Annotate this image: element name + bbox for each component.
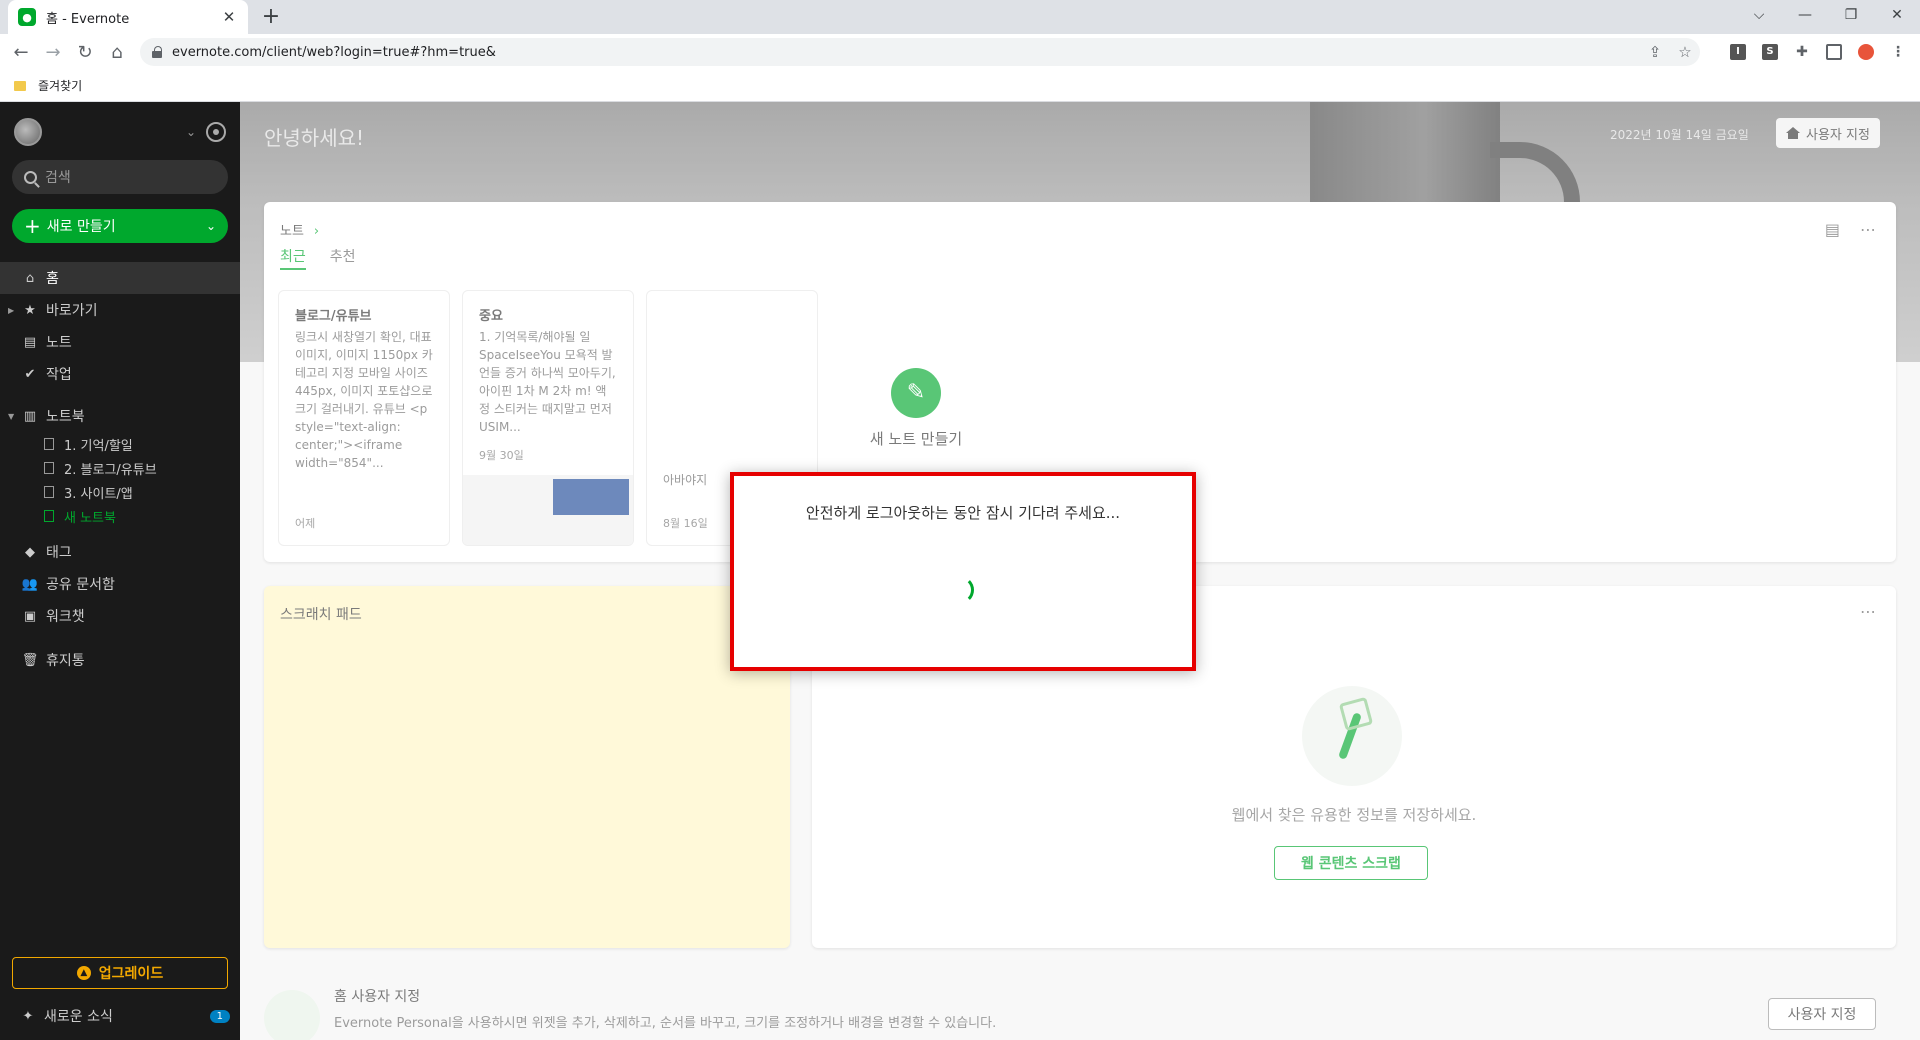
side-panel-icon[interactable]: [1826, 44, 1842, 60]
browser-menu-icon[interactable]: ⋮: [1890, 44, 1906, 60]
new-button[interactable]: + 새로 만들기 ⌄: [12, 209, 228, 243]
minimize-button[interactable]: —: [1782, 0, 1828, 30]
sidebar-item-trash[interactable]: 🗑 휴지통: [0, 644, 240, 676]
sidebar-item-workchat[interactable]: ▣ 워크챗: [0, 600, 240, 632]
sidebar-item-shortcuts[interactable]: ▶ ★ 바로가기: [0, 294, 240, 326]
notebook-label: 새 노트북: [64, 510, 116, 526]
notebook-icon: ▥: [23, 408, 37, 424]
sidebar-item-label: 태그: [46, 545, 72, 561]
reload-icon[interactable]: ↻: [72, 39, 98, 65]
logout-message: 안전하게 로그아웃하는 동안 잠시 기다려 주세요...: [805, 504, 1121, 522]
news-badge: 1: [209, 1009, 230, 1023]
new-button-label: 새로 만들기: [46, 219, 116, 235]
notebook-label: 3. 사이트/앱: [64, 486, 133, 502]
tab-title: 홈 - Evernote: [46, 11, 130, 27]
notebook-icon: [44, 438, 54, 450]
notebook-icon: [44, 462, 54, 474]
home-icon[interactable]: ⌂: [104, 39, 130, 65]
bookmarks-bar: 즐겨찾기: [0, 70, 1920, 102]
chat-icon: ▣: [23, 608, 37, 624]
new-tab-button[interactable]: +: [258, 4, 284, 30]
notebook-icon: [44, 486, 54, 498]
expand-arrow-icon[interactable]: ▶: [8, 306, 14, 315]
sidebar-item-home[interactable]: ⌂ 홈: [0, 262, 240, 294]
chevron-down-icon[interactable]: ⌄: [206, 219, 216, 233]
notebook-icon: [44, 510, 54, 522]
evernote-favicon-icon: ●: [18, 8, 36, 26]
bookmark-star-icon[interactable]: ☆: [1670, 43, 1700, 61]
tab-search-icon[interactable]: ⌵: [1736, 0, 1782, 30]
sidebar-item-label: 홈: [46, 271, 59, 287]
sidebar-item-label: 휴지통: [46, 653, 85, 669]
avatar[interactable]: [14, 118, 42, 146]
collapse-arrow-icon[interactable]: ▼: [8, 412, 14, 421]
profile-avatar-icon[interactable]: [1858, 44, 1874, 60]
sparkle-icon: ✦: [22, 1008, 34, 1024]
restore-button[interactable]: ❐: [1828, 0, 1874, 30]
people-icon: 👥: [21, 576, 39, 592]
extension-s-icon[interactable]: S: [1762, 44, 1778, 60]
share-icon[interactable]: ⇪: [1640, 43, 1670, 61]
sidebar-item-label: 바로가기: [46, 303, 98, 319]
sidebar-item-label: 노트북: [46, 409, 85, 425]
sidebar-item-tags[interactable]: ◆ 태그: [0, 536, 240, 568]
note-icon: ▤: [23, 334, 37, 350]
notebook-label: 2. 블로그/유튜브: [64, 462, 157, 478]
upgrade-icon: ▲: [76, 966, 91, 980]
notebook-label: 1. 기억/할일: [64, 438, 133, 454]
logout-dialog: 안전하게 로그아웃하는 동안 잠시 기다려 주세요...: [730, 472, 1196, 671]
lock-icon: [152, 46, 162, 58]
chevron-down-icon[interactable]: ⌄: [186, 125, 196, 139]
search-input[interactable]: 검색: [12, 160, 228, 194]
search-placeholder: 검색: [45, 170, 71, 186]
notebook-item[interactable]: 1. 기억/할일: [44, 432, 133, 456]
notebook-item[interactable]: 2. 블로그/유튜브: [44, 456, 157, 480]
tab-close-icon[interactable]: ✕: [220, 8, 238, 26]
upgrade-label: 업그레이드: [98, 966, 164, 982]
plus-icon: +: [24, 214, 41, 238]
folder-icon: [14, 80, 26, 91]
whats-new-item[interactable]: ✦ 새로운 소식 1: [20, 1004, 230, 1028]
home-icon: ⌂: [25, 270, 35, 286]
extensions-puzzle-icon[interactable]: ✚: [1794, 44, 1810, 60]
bookmark-folder-label[interactable]: 즐겨찾기: [38, 77, 82, 94]
sidebar-item-label: 노트: [46, 335, 72, 351]
sidebar-item-label: 워크챗: [46, 609, 85, 625]
back-icon[interactable]: ←: [8, 39, 34, 65]
sidebar: ⌄ 검색 + 새로 만들기 ⌄ ⌂ 홈 ▶ ★ 바로가기 ▤ 노트 ✔ 작업 ▼…: [0, 102, 240, 1040]
sidebar-item-label: 공유 문서함: [46, 577, 115, 593]
extension-i-icon[interactable]: I: [1730, 44, 1746, 60]
address-bar: ← → ↻ ⌂ evernote.com/client/web?login=tr…: [0, 34, 1920, 70]
notebook-item[interactable]: 3. 사이트/앱: [44, 480, 133, 504]
browser-tab[interactable]: ● 홈 - Evernote ✕: [8, 0, 248, 34]
new-notebook-item[interactable]: 새 노트북: [44, 504, 116, 528]
trash-icon: 🗑: [21, 652, 39, 668]
upgrade-button[interactable]: ▲ 업그레이드: [12, 957, 228, 989]
sidebar-item-label: 작업: [46, 367, 72, 383]
whats-new-label: 새로운 소식: [44, 1009, 113, 1025]
sidebar-item-shared[interactable]: 👥 공유 문서함: [0, 568, 240, 600]
tag-icon: ◆: [25, 544, 35, 560]
url-text[interactable]: evernote.com/client/web?login=true#?hm=t…: [172, 45, 1640, 60]
star-icon: ★: [24, 302, 36, 318]
check-icon: ✔: [24, 366, 36, 382]
account-menu[interactable]: ⌄: [14, 118, 226, 146]
loading-spinner-icon: [946, 576, 974, 604]
sidebar-item-notebooks[interactable]: ▼ ▥ 노트북: [0, 400, 240, 432]
omnibox[interactable]: evernote.com/client/web?login=true#?hm=t…: [140, 38, 1700, 66]
gear-icon[interactable]: [206, 122, 226, 142]
search-icon: [24, 170, 37, 184]
forward-icon[interactable]: →: [40, 39, 66, 65]
browser-tab-bar: ● 홈 - Evernote ✕ + ⌵ — ❐ ✕: [0, 0, 1920, 34]
sidebar-item-notes[interactable]: ▤ 노트: [0, 326, 240, 358]
close-window-button[interactable]: ✕: [1874, 0, 1920, 30]
sidebar-item-tasks[interactable]: ✔ 작업: [0, 358, 240, 390]
